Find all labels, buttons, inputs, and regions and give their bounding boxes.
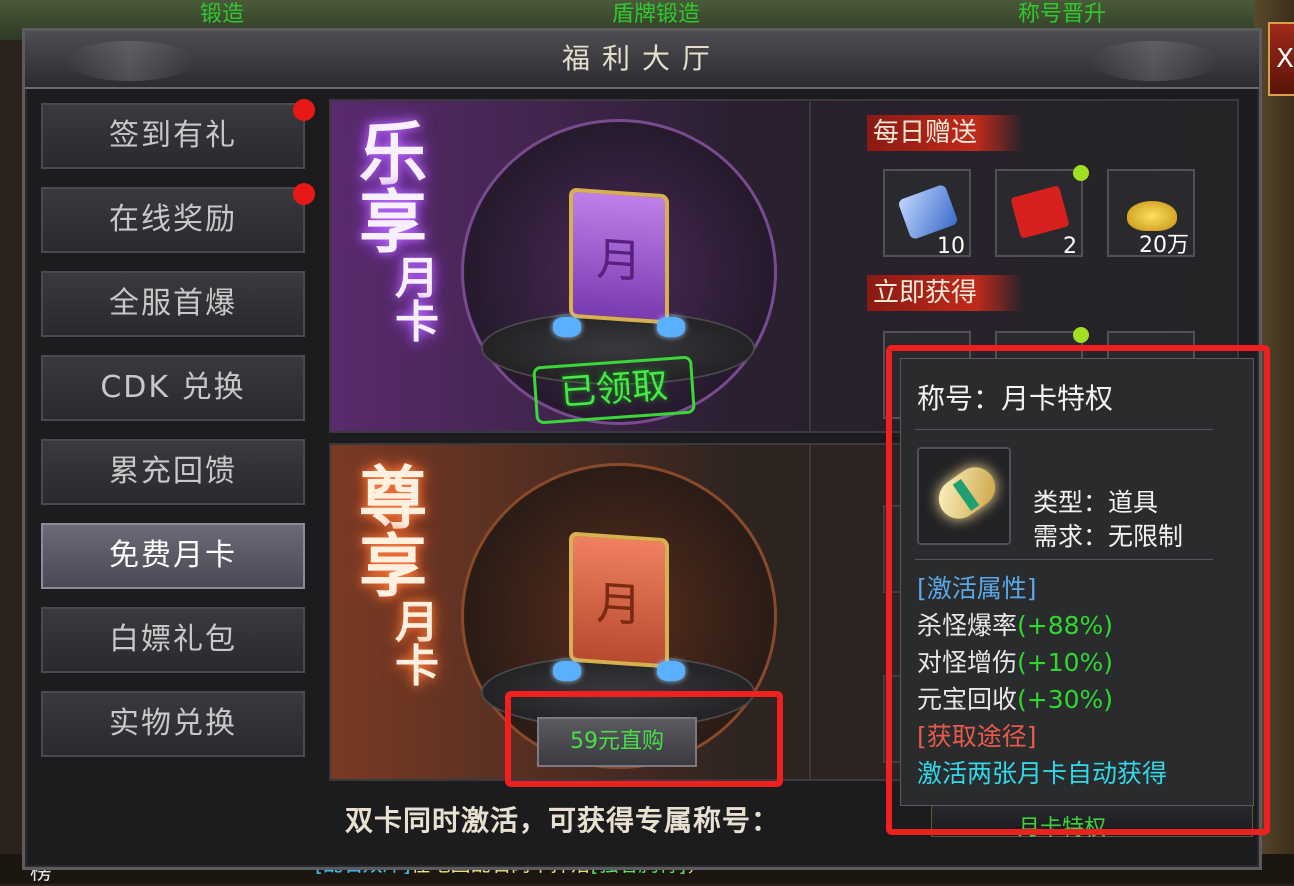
- notification-dot-icon: [293, 183, 315, 205]
- daily-gift-label: 每日赠送: [867, 115, 1023, 151]
- notification-dot-icon: [293, 99, 315, 121]
- crystal-icon: [657, 317, 685, 337]
- instant-gain-label: 立即获得: [867, 275, 1023, 311]
- sidebar-item-free-monthly-card[interactable]: 免费月卡: [41, 523, 305, 589]
- panel-divider: [809, 101, 811, 431]
- claimed-stamp: 已领取: [532, 355, 696, 425]
- top-label-title-upgrade[interactable]: 称号晋升: [1018, 0, 1106, 28]
- green-dot-icon: [1073, 327, 1089, 343]
- window-title: 福利大厅: [561, 42, 722, 75]
- crystal-icon: [553, 317, 581, 337]
- close-button[interactable]: X: [1268, 22, 1294, 96]
- sidebar-item-free-gift[interactable]: 白嫖礼包: [41, 607, 305, 673]
- blue-crystal-icon: [897, 183, 959, 241]
- monthly-card-icon: 月: [569, 187, 669, 325]
- crystal-icon: [553, 661, 581, 681]
- green-dot-icon: [1073, 165, 1089, 181]
- sidebar-item-signin[interactable]: 签到有礼: [41, 99, 315, 169]
- sidebar: 签到有礼 在线奖励 全服首爆 CDK 兑换 累充回馈 免费月卡 白嫖礼包 实物兑…: [37, 91, 317, 861]
- highlight-box-tooltip: [886, 345, 1270, 835]
- sidebar-item-recharge[interactable]: 累充回馈: [41, 439, 305, 505]
- reward-slot[interactable]: 2: [995, 165, 1089, 259]
- highlight-box-buy: [505, 691, 783, 787]
- sidebar-item-online-reward[interactable]: 在线奖励: [41, 183, 315, 253]
- crystal-icon: [657, 661, 685, 681]
- reward-slot[interactable]: 20万: [1107, 169, 1195, 258]
- purple-card-title: 乐 享 月 卡: [359, 115, 439, 348]
- sidebar-item-cdk[interactable]: CDK 兑换: [41, 355, 305, 421]
- sidebar-item-first-drop[interactable]: 全服首爆: [41, 271, 305, 337]
- dual-card-hint: 双卡同时激活，可获得专属称号：: [345, 804, 781, 837]
- sidebar-item-physical-exchange[interactable]: 实物兑换: [41, 691, 305, 757]
- panel-divider: [809, 445, 811, 779]
- orange-card-title: 尊 享 月 卡: [359, 459, 439, 692]
- monthly-card-icon: 月: [569, 531, 669, 669]
- window-titlebar: 福利大厅: [25, 31, 1259, 89]
- red-envelope-icon: [1010, 185, 1070, 239]
- top-label-shield-forge[interactable]: 盾牌锻造: [612, 0, 700, 28]
- reward-slot[interactable]: 10: [883, 169, 971, 259]
- top-label-forge[interactable]: 锻造: [200, 0, 244, 28]
